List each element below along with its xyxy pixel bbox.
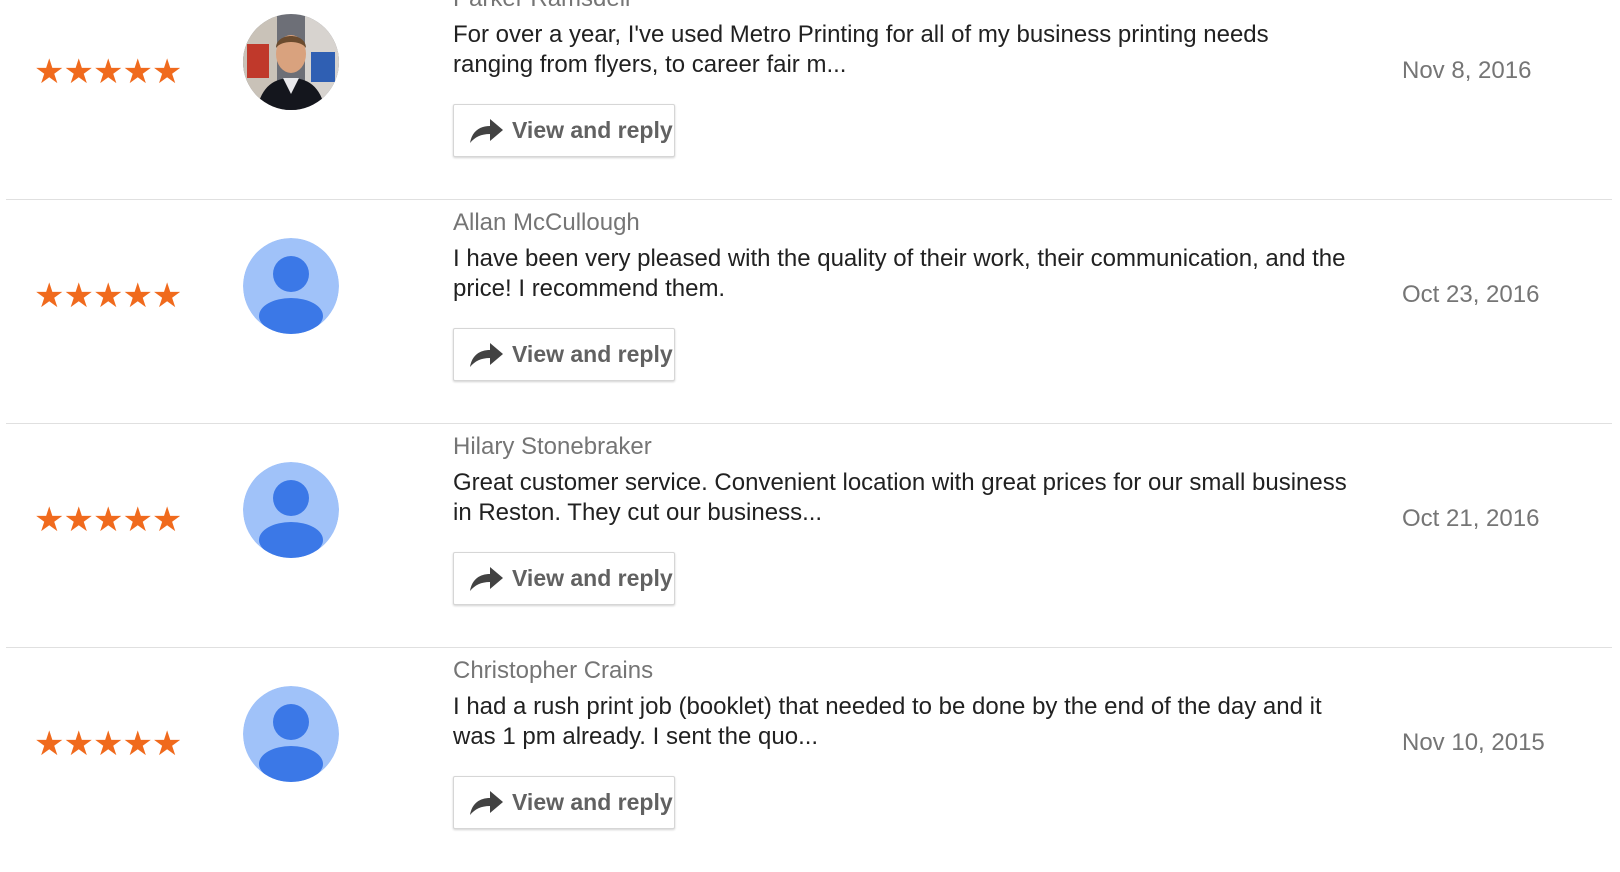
default-user-avatar [243, 686, 339, 782]
star-rating: ★★★★★ [34, 501, 182, 539]
reviewer-photo-avatar [243, 14, 339, 110]
view-and-reply-button[interactable]: View and reply [453, 776, 675, 829]
default-user-avatar [243, 462, 339, 558]
view-and-reply-button[interactable]: View and reply [453, 328, 675, 381]
reviewer-name: Christopher Crains [453, 657, 654, 684]
reviewer-name: Parker Ramsdell [453, 0, 630, 14]
review-text: I have been very pleased with the qualit… [453, 245, 1346, 302]
review-row: ★★★★★ Christopher Crains I had a rush pr… [6, 648, 1612, 872]
reply-arrow-icon [470, 118, 503, 143]
view-and-reply-label: View and reply [512, 117, 673, 143]
view-and-reply-button[interactable]: View and reply [453, 104, 675, 157]
reply-arrow-icon [470, 566, 503, 591]
review-date: Nov 8, 2016 [1402, 57, 1532, 84]
star-rating: ★★★★★ [34, 277, 182, 315]
reply-arrow-icon [470, 342, 503, 367]
review-text: I had a rush print job (booklet) that ne… [453, 693, 1322, 750]
default-user-avatar [243, 238, 339, 334]
review-text: Great customer service. Convenient locat… [453, 469, 1347, 526]
view-and-reply-button[interactable]: View and reply [453, 552, 675, 605]
view-and-reply-label: View and reply [512, 565, 673, 591]
star-rating: ★★★★★ [34, 53, 182, 91]
view-and-reply-label: View and reply [512, 341, 673, 367]
review-text: For over a year, I've used Metro Printin… [453, 21, 1269, 78]
review-row: ★★★★★ Hilary Stonebraker Great customer … [6, 424, 1612, 648]
review-date: Nov 10, 2015 [1402, 729, 1545, 756]
reply-arrow-icon [470, 790, 503, 815]
view-and-reply-label: View and reply [512, 789, 673, 815]
star-rating: ★★★★★ [34, 725, 182, 763]
review-row: ★★★★★ Parker Ramsdell For over a year, I… [6, 0, 1612, 200]
review-date: Oct 21, 2016 [1402, 505, 1540, 532]
reviewer-name: Allan McCullough [453, 209, 640, 236]
reviewer-name: Hilary Stonebraker [453, 433, 652, 460]
review-row: ★★★★★ Allan McCullough I have been very … [6, 200, 1612, 424]
review-date: Oct 23, 2016 [1402, 281, 1540, 308]
